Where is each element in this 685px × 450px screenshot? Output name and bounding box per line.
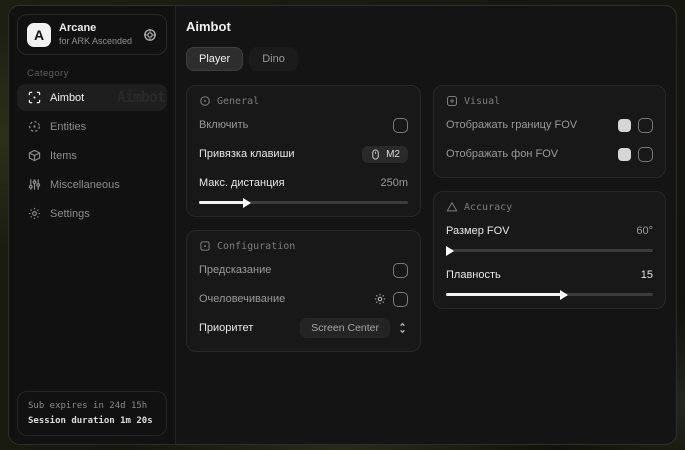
app-window: A Arcane for ARK Ascended Category [8, 5, 677, 445]
prediction-row: Предсказание [199, 259, 408, 281]
keybind-label: Привязка клавиши [199, 148, 295, 160]
visual-header: Visual [446, 95, 653, 107]
fov-border-row: Отображать границу FOV [446, 114, 653, 136]
right-column: Visual Отображать границу FOV Отображать… [433, 85, 666, 309]
smoothness-row: Плавность 15 [446, 264, 653, 286]
package-icon [27, 149, 41, 163]
updown-arrows-icon[interactable] [397, 322, 408, 334]
priority-row: Приоритет Screen Center [199, 317, 408, 339]
sidebar: A Arcane for ARK Ascended Category [9, 6, 176, 444]
app-name: Arcane [59, 22, 135, 36]
configuration-header: Configuration [199, 240, 408, 252]
sidebar-item-label: Items [50, 150, 77, 162]
enable-row: Включить [199, 114, 408, 136]
tab-bar: Player Dino [186, 47, 666, 71]
distance-label: Макс. дистанция [199, 177, 285, 189]
sidebar-item-aimbot[interactable]: Aimbot Aimbot [17, 84, 167, 111]
visual-card: Visual Отображать границу FOV Отображать… [433, 85, 666, 178]
triangle-icon [446, 201, 458, 213]
fov-bg-label: Отображать фон FOV [446, 148, 558, 160]
humanize-checkbox[interactable] [393, 292, 408, 307]
fov-border-label: Отображать границу FOV [446, 119, 577, 131]
sidebar-item-label: Aimbot [50, 92, 84, 104]
general-header-label: General [217, 96, 259, 107]
sidebar-item-items[interactable]: Items [17, 142, 167, 169]
tab-player[interactable]: Player [186, 47, 243, 71]
sidebar-item-label: Miscellaneous [50, 179, 120, 191]
smoothness-slider-thumb[interactable] [560, 290, 568, 300]
humanize-row: Очеловечивание [199, 288, 408, 310]
sidebar-item-entities[interactable]: Entities [17, 113, 167, 140]
gear-icon [27, 207, 41, 221]
target-icon [199, 95, 211, 107]
sidebar-watermark: Aimbot [117, 88, 165, 106]
smoothness-slider[interactable] [446, 293, 653, 296]
smoothness-value: 15 [641, 269, 653, 281]
cube-icon [199, 240, 211, 252]
fov-size-slider-thumb[interactable] [446, 246, 454, 256]
sidebar-item-settings[interactable]: Settings [17, 200, 167, 227]
accuracy-header: Accuracy [446, 201, 653, 213]
humanize-label: Очеловечивание [199, 293, 285, 305]
general-card: General Включить Привязка клавиши [186, 85, 421, 217]
configuration-header-label: Configuration [217, 241, 295, 252]
visual-header-label: Visual [464, 96, 500, 107]
sidebar-nav: Aimbot Aimbot Entities [17, 84, 167, 227]
fov-border-color-swatch[interactable] [618, 119, 631, 132]
fov-size-value: 60° [636, 225, 653, 237]
crosshair-icon [27, 91, 41, 105]
fov-size-slider[interactable] [446, 249, 653, 252]
subscription-info: Sub expires in 24d 15h Session duration … [17, 391, 167, 436]
priority-label: Приоритет [199, 322, 253, 334]
distance-slider[interactable] [199, 201, 408, 204]
keybind-value: M2 [386, 149, 400, 160]
enable-checkbox[interactable] [393, 118, 408, 133]
accuracy-header-label: Accuracy [464, 202, 512, 213]
entities-icon [27, 120, 41, 134]
app-subtitle: for ARK Ascended [59, 36, 135, 47]
configuration-card: Configuration Предсказание Очеловечивани… [186, 230, 421, 352]
settings-columns: General Включить Привязка клавиши [186, 85, 666, 352]
sub-expiry: Sub expires in 24d 15h [28, 399, 156, 413]
keybind-button[interactable]: M2 [362, 146, 408, 163]
humanize-gear-icon[interactable] [374, 293, 386, 305]
smoothness-label: Плавность [446, 269, 501, 281]
enable-label: Включить [199, 119, 248, 131]
keybind-row: Привязка клавиши M2 [199, 143, 408, 165]
session-duration: Session duration 1m 20s [28, 414, 156, 428]
prediction-label: Предсказание [199, 264, 271, 276]
left-column: General Включить Привязка клавиши [186, 85, 421, 352]
fov-size-label: Размер FOV [446, 225, 509, 237]
fov-bg-checkbox[interactable] [638, 147, 653, 162]
distance-value: 250m [380, 177, 408, 189]
sidebar-item-label: Entities [50, 121, 86, 133]
brand-card: A Arcane for ARK Ascended [17, 14, 167, 55]
sliders-icon [27, 178, 41, 192]
eye-icon [446, 95, 458, 107]
main-panel: Aimbot Player Dino General [176, 6, 676, 444]
fov-bg-color-swatch[interactable] [618, 148, 631, 161]
fov-size-row: Размер FOV 60° [446, 220, 653, 242]
fov-border-checkbox[interactable] [638, 118, 653, 133]
prediction-checkbox[interactable] [393, 263, 408, 278]
sidebar-item-miscellaneous[interactable]: Miscellaneous [17, 171, 167, 198]
brand-text: Arcane for ARK Ascended [59, 22, 135, 47]
lifebuoy-icon[interactable] [143, 28, 157, 42]
page-title: Aimbot [186, 19, 666, 34]
category-label: Category [27, 68, 167, 79]
fov-bg-row: Отображать фон FOV [446, 143, 653, 165]
app-logo: A [27, 23, 51, 47]
distance-row: Макс. дистанция 250m [199, 172, 408, 194]
priority-select[interactable]: Screen Center [300, 318, 390, 338]
accuracy-card: Accuracy Размер FOV 60° Плавность 15 [433, 191, 666, 309]
general-header: General [199, 95, 408, 107]
tab-dino[interactable]: Dino [249, 47, 298, 71]
sidebar-item-label: Settings [50, 208, 90, 220]
distance-slider-thumb[interactable] [243, 198, 251, 208]
mouse-icon [370, 149, 381, 160]
